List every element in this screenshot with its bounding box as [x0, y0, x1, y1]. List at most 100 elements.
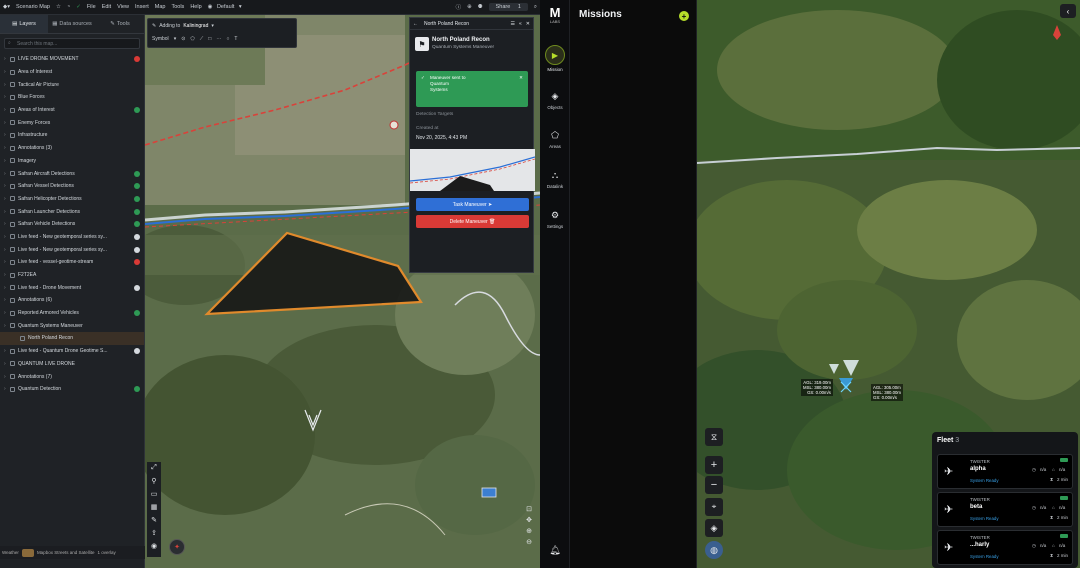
chevron-down-icon[interactable]: ▾	[174, 36, 177, 42]
layer-item[interactable]: North Poland Recon	[0, 332, 144, 345]
menu-view[interactable]: View	[117, 4, 129, 10]
expand-icon[interactable]: ⤢	[151, 464, 157, 472]
layer-item[interactable]: › Live feed - New geotemporal series sy..…	[0, 231, 144, 244]
text-tool-icon[interactable]: T	[234, 36, 237, 42]
polygon-tool-icon[interactable]: ⬠	[190, 36, 194, 42]
layer-status-icon[interactable]	[134, 386, 140, 393]
layer-item[interactable]: › Annotations (6)	[0, 294, 144, 307]
layer-item[interactable]: › Enemy Forces	[0, 116, 144, 129]
layer-item[interactable]: › Live feed - Drone Movement	[0, 281, 144, 294]
layer-status-icon[interactable]	[134, 246, 140, 253]
layer-search-input[interactable]: ⌕ Search this map...	[4, 38, 140, 49]
compass-button[interactable]: ⌖	[705, 498, 723, 516]
layer-item[interactable]: › Live feed - New geotemporal series sy..…	[0, 243, 144, 256]
layer-status-icon[interactable]	[134, 284, 140, 291]
layer-status-icon[interactable]	[134, 107, 140, 114]
share-button[interactable]: Share 1	[488, 3, 528, 11]
layer-item[interactable]: › Safran Helicopter Detections	[0, 193, 144, 206]
layer-item[interactable]: › Safran Launcher Detections	[0, 205, 144, 218]
user-icon[interactable]: ⚉	[478, 4, 483, 10]
zoom-in-icon[interactable]: ⊕	[526, 527, 532, 535]
layer-status-icon[interactable]	[134, 195, 140, 202]
style-select[interactable]: ◉ Default ▾	[208, 4, 242, 10]
tab-tools[interactable]: ✎ Tools	[96, 15, 144, 33]
task-maneuver-button[interactable]: Task Maneuver ➤	[416, 198, 529, 211]
pen-icon[interactable]: ✎	[151, 516, 157, 524]
camera-icon[interactable]: ⊡	[526, 505, 532, 513]
target-icon[interactable]: ⊕	[467, 4, 472, 10]
zoom-out-button[interactable]: −	[705, 476, 723, 494]
basemap-thumb-icon[interactable]	[21, 548, 34, 557]
add-mission-icon[interactable]: +	[679, 11, 689, 21]
fleet-drone-card[interactable]: ✈ TWISTER alpha System Ready ◷ n/a ⌂ n/a ⧗ 2 min	[937, 454, 1073, 489]
layer-item[interactable]: › QUANTUM LIVE DRONE	[0, 358, 144, 371]
layer-item[interactable]: › Safran Vehicle Detections	[0, 218, 144, 231]
layer-item[interactable]: › F2T2EA	[0, 269, 144, 282]
fleet-drone-card[interactable]: ✈ TWISTER ...harly System Ready ◷ n/a ⌂ n/a ⧗ 2 m…	[937, 530, 1073, 565]
layer-status-icon[interactable]	[134, 183, 140, 190]
layer-status-icon[interactable]	[134, 208, 140, 215]
layer-item[interactable]: › Annotations (3)	[0, 142, 144, 155]
nav-item-settings[interactable]: ⚙ Settings	[540, 208, 570, 230]
doc-title[interactable]: Scenario Map	[16, 4, 50, 10]
back-arrow-icon[interactable]: ←	[413, 21, 418, 27]
app-menu-icon[interactable]: ◆▾	[3, 4, 10, 10]
nav-item-datalink[interactable]: ⛬ Datalink	[540, 168, 570, 190]
fleet-drone-card[interactable]: ✈ TWISTER beta System Ready ◷ n/a ⌂ n/a ⧗ 2 min	[937, 492, 1073, 527]
export-icon[interactable]: ⇪	[151, 529, 157, 537]
layer-status-icon[interactable]	[134, 310, 140, 317]
layer-item[interactable]: › Quantum Detection	[0, 383, 144, 396]
layer-item[interactable]: › Imagery	[0, 155, 144, 168]
tab-data-sources[interactable]: ▦ Data sources	[48, 15, 96, 33]
circle-tool-icon[interactable]: ○	[226, 36, 229, 42]
layer-status-icon[interactable]	[134, 56, 140, 63]
target-layer-select[interactable]: Kaliningrad	[183, 23, 208, 29]
layer-status-icon[interactable]	[134, 221, 140, 228]
point-tool-icon[interactable]: ⊙	[181, 36, 185, 42]
layer-item[interactable]: › Quantum Systems Maneuver	[0, 319, 144, 332]
menu-file[interactable]: File	[87, 4, 96, 10]
line-tool-icon[interactable]: ⟋	[200, 36, 204, 42]
layer-status-icon[interactable]	[134, 170, 140, 177]
layer-item[interactable]: › Safran Vessel Detections	[0, 180, 144, 193]
notifications-button[interactable]: 🔔︎	[540, 543, 570, 559]
layer-item[interactable]: › Live feed - vessel-geotime-stream	[0, 256, 144, 269]
layer-item[interactable]: › Annotations (7)	[0, 370, 144, 383]
compass-icon[interactable]: ✦	[169, 539, 185, 555]
pan-icon[interactable]: ✥	[526, 516, 532, 524]
menu-insert[interactable]: Insert	[135, 4, 149, 10]
layer-item[interactable]: › Safran Aircraft Detections	[0, 167, 144, 180]
drone-view-button[interactable]: ⧖	[705, 428, 723, 446]
chevron-down-icon[interactable]: ▾	[211, 23, 214, 29]
layer-status-icon[interactable]	[134, 233, 140, 240]
menu-tools[interactable]: Tools	[171, 4, 184, 10]
tab-layers[interactable]: ▤ Layers	[0, 15, 48, 33]
layer-item[interactable]: › Live feed - Quantum Drone Geotime S...	[0, 345, 144, 358]
layer-item[interactable]: › Reported Armored Vehicles	[0, 307, 144, 320]
layer-item[interactable]: › LIVE DRONE MOVEMENT	[0, 53, 144, 66]
brand-logo[interactable]: M	[545, 5, 565, 20]
symbol-select[interactable]: Symbol	[152, 36, 169, 42]
dashed-line-tool-icon[interactable]: ⋯	[216, 36, 221, 42]
menu-help[interactable]: Help	[190, 4, 201, 10]
pin-icon[interactable]: ⚲	[151, 477, 156, 485]
menu-map[interactable]: Map	[155, 4, 166, 10]
layer-item[interactable]: › Blue Forces	[0, 91, 144, 104]
toast-close-icon[interactable]: ✕	[519, 75, 523, 81]
layer-item[interactable]: › Tactical Air Picture	[0, 78, 144, 91]
weather-label[interactable]: Weather	[2, 550, 19, 555]
layer-item[interactable]: › Infrastructure	[0, 129, 144, 142]
panel-collapse-icon[interactable]: ‹	[1060, 4, 1076, 18]
list-icon[interactable]: ☰	[511, 21, 515, 27]
nav-item-areas[interactable]: ⬠ Areas	[540, 128, 570, 150]
close-icon[interactable]: ✕	[526, 21, 530, 27]
zoom-out-icon[interactable]: ⊖	[526, 538, 532, 546]
star-icon[interactable]: ☆	[56, 4, 61, 10]
rectangle-tool-icon[interactable]: □	[208, 36, 211, 42]
info-icon[interactable]: ⓘ	[456, 3, 462, 11]
zoom-in-button[interactable]: +	[705, 456, 723, 474]
layer-item[interactable]: › Area of Interest	[0, 66, 144, 79]
eye-icon[interactable]: ◉	[151, 542, 157, 550]
basemap-label[interactable]: Mapbox Streets and Satellite	[37, 550, 95, 555]
globe-button[interactable]: ◍	[705, 541, 723, 559]
